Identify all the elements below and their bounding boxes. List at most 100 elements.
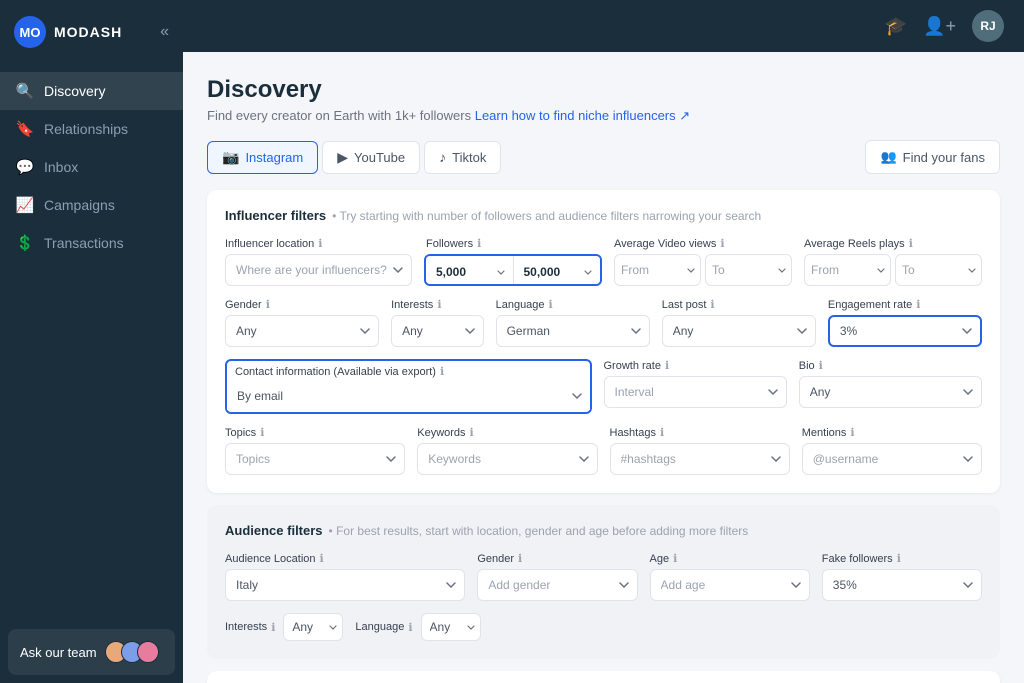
- find-fans-button[interactable]: 👥 Find your fans: [865, 140, 1000, 174]
- audience-age-group: Age ℹ Add age: [650, 552, 810, 601]
- audience-row-2: Interests ℹ Any Language ℹ Any: [225, 613, 982, 641]
- location-select[interactable]: Where are your influencers?: [225, 254, 412, 286]
- audience-interests-info-icon[interactable]: ℹ: [271, 621, 275, 634]
- gender-group: Gender ℹ Any: [225, 298, 379, 347]
- sidebar-item-inbox[interactable]: 💬 Inbox: [0, 148, 183, 186]
- ask-team-label: Ask our team: [20, 645, 97, 660]
- fake-followers-info-icon[interactable]: ℹ: [897, 552, 901, 565]
- youtube-icon: ▶: [337, 149, 348, 166]
- logo-area: MO MODASH: [14, 16, 122, 48]
- gender-info-icon[interactable]: ℹ: [266, 298, 270, 311]
- sidebar-item-label: Relationships: [44, 121, 128, 137]
- avg-video-label: Average Video views ℹ: [614, 237, 792, 250]
- topics-select[interactable]: Topics: [225, 443, 405, 475]
- tab-youtube[interactable]: ▶ YouTube: [322, 141, 420, 174]
- engagement-label: Engagement rate ℹ: [828, 298, 982, 311]
- sidebar-item-relationships[interactable]: 🔖 Relationships: [0, 110, 183, 148]
- topics-info-icon[interactable]: ℹ: [260, 426, 264, 439]
- avg-video-to-select[interactable]: To: [705, 254, 792, 286]
- collapse-button[interactable]: «: [160, 23, 169, 41]
- bio-select[interactable]: Any: [799, 376, 982, 408]
- sidebar-header: MO MODASH «: [0, 0, 183, 64]
- instagram-icon: 📷: [222, 149, 239, 166]
- audience-gender-info-icon[interactable]: ℹ: [518, 552, 522, 565]
- mentions-select[interactable]: @username: [802, 443, 982, 475]
- filter-row-4: Topics ℹ Topics Keywords ℹ Keywords: [225, 426, 982, 475]
- engagement-select[interactable]: 3%: [828, 315, 982, 347]
- audience-interests-label: Interests ℹ: [225, 621, 275, 634]
- contact-info-icon[interactable]: ℹ: [440, 365, 444, 378]
- mentions-info-icon[interactable]: ℹ: [850, 426, 854, 439]
- user-avatar[interactable]: RJ: [972, 10, 1004, 42]
- interests-info-icon[interactable]: ℹ: [437, 298, 441, 311]
- add-user-icon[interactable]: 👤+: [923, 16, 956, 37]
- audience-row-1: Audience Location ℹ Italy Gender ℹ Add g…: [225, 552, 982, 601]
- hashtags-info-icon[interactable]: ℹ: [660, 426, 664, 439]
- growth-info-icon[interactable]: ℹ: [665, 359, 669, 372]
- bio-info-icon[interactable]: ℹ: [819, 359, 823, 372]
- main-content: 🎓 👤+ RJ Discovery Find every creator on …: [183, 0, 1024, 683]
- page-subtitle: Find every creator on Earth with 1k+ fol…: [207, 108, 1000, 124]
- keywords-info-icon[interactable]: ℹ: [470, 426, 474, 439]
- filter-row-3: Contact information (Available via expor…: [225, 359, 982, 414]
- page-content: Discovery Find every creator on Earth wi…: [183, 52, 1024, 683]
- followers-from-select[interactable]: 5,000: [426, 256, 513, 286]
- app-name: MODASH: [54, 24, 122, 40]
- campaigns-icon: 📈: [16, 196, 34, 214]
- interests-select[interactable]: Any: [391, 315, 483, 347]
- avg-video-info-icon[interactable]: ℹ: [720, 237, 724, 250]
- username-search-card: Search by username • Successful users of…: [207, 671, 1000, 683]
- ask-team-button[interactable]: Ask our team: [8, 629, 175, 675]
- filter-row-2: Gender ℹ Any Interests ℹ Any: [225, 298, 982, 347]
- bio-group: Bio ℹ Any: [799, 359, 982, 414]
- audience-age-label: Age ℹ: [650, 552, 810, 565]
- keywords-select[interactable]: Keywords: [417, 443, 597, 475]
- relationships-icon: 🔖: [16, 120, 34, 138]
- gender-select[interactable]: Any: [225, 315, 379, 347]
- interests-label: Interests ℹ: [391, 298, 483, 311]
- avg-video-from-select[interactable]: From: [614, 254, 701, 286]
- sidebar-item-discovery[interactable]: 🔍 Discovery: [0, 72, 183, 110]
- engagement-info-icon[interactable]: ℹ: [916, 298, 920, 311]
- audience-age-info-icon[interactable]: ℹ: [673, 552, 677, 565]
- tab-instagram[interactable]: 📷 Instagram: [207, 141, 318, 174]
- influencer-filters-card: Influencer filters • Try starting with n…: [207, 190, 1000, 493]
- language-info-icon[interactable]: ℹ: [549, 298, 553, 311]
- language-label: Language ℹ: [496, 298, 650, 311]
- influencer-filters-subtitle: • Try starting with number of followers …: [332, 209, 761, 223]
- contact-select[interactable]: By email: [227, 382, 590, 410]
- location-info-icon[interactable]: ℹ: [318, 237, 322, 250]
- last-post-select[interactable]: Any: [662, 315, 816, 347]
- followers-group: Followers ℹ 5,000 50,000: [424, 237, 602, 286]
- audience-location-info-icon[interactable]: ℹ: [320, 552, 324, 565]
- audience-location-select[interactable]: Italy: [225, 569, 465, 601]
- contact-info-group: Contact information (Available via expor…: [225, 359, 592, 414]
- last-post-info-icon[interactable]: ℹ: [710, 298, 714, 311]
- followers-info-icon[interactable]: ℹ: [477, 237, 481, 250]
- tiktok-icon: ♪: [439, 149, 446, 165]
- followers-to-select[interactable]: 50,000: [514, 256, 601, 286]
- sidebar-item-transactions[interactable]: 💲 Transactions: [0, 224, 183, 262]
- tab-tiktok[interactable]: ♪ Tiktok: [424, 141, 501, 174]
- audience-interests-select[interactable]: Any: [283, 613, 343, 641]
- learn-more-link[interactable]: Learn how to find niche influencers ↗: [475, 108, 690, 123]
- avg-video-group: Average Video views ℹ From To: [614, 237, 792, 286]
- sidebar-item-campaigns[interactable]: 📈 Campaigns: [0, 186, 183, 224]
- avg-reels-from-select[interactable]: From: [804, 254, 891, 286]
- language-select[interactable]: German: [496, 315, 650, 347]
- avg-reels-info-icon[interactable]: ℹ: [909, 237, 913, 250]
- audience-age-select[interactable]: Add age: [650, 569, 810, 601]
- mentions-group: Mentions ℹ @username: [802, 426, 982, 475]
- growth-select[interactable]: Interval: [604, 376, 787, 408]
- avg-reels-to-select[interactable]: To: [895, 254, 982, 286]
- followers-label: Followers ℹ: [424, 237, 602, 250]
- audience-language-select[interactable]: Any: [421, 613, 481, 641]
- fake-followers-select[interactable]: 35%: [822, 569, 982, 601]
- hashtags-select[interactable]: #hashtags: [610, 443, 790, 475]
- avg-reels-group: Average Reels plays ℹ From To: [804, 237, 982, 286]
- sidebar-nav: 🔍 Discovery 🔖 Relationships 💬 Inbox 📈 Ca…: [0, 64, 183, 621]
- audience-location-label: Audience Location ℹ: [225, 552, 465, 565]
- audience-language-info-icon[interactable]: ℹ: [408, 621, 412, 634]
- graduation-icon[interactable]: 🎓: [885, 16, 907, 37]
- audience-gender-select[interactable]: Add gender: [477, 569, 637, 601]
